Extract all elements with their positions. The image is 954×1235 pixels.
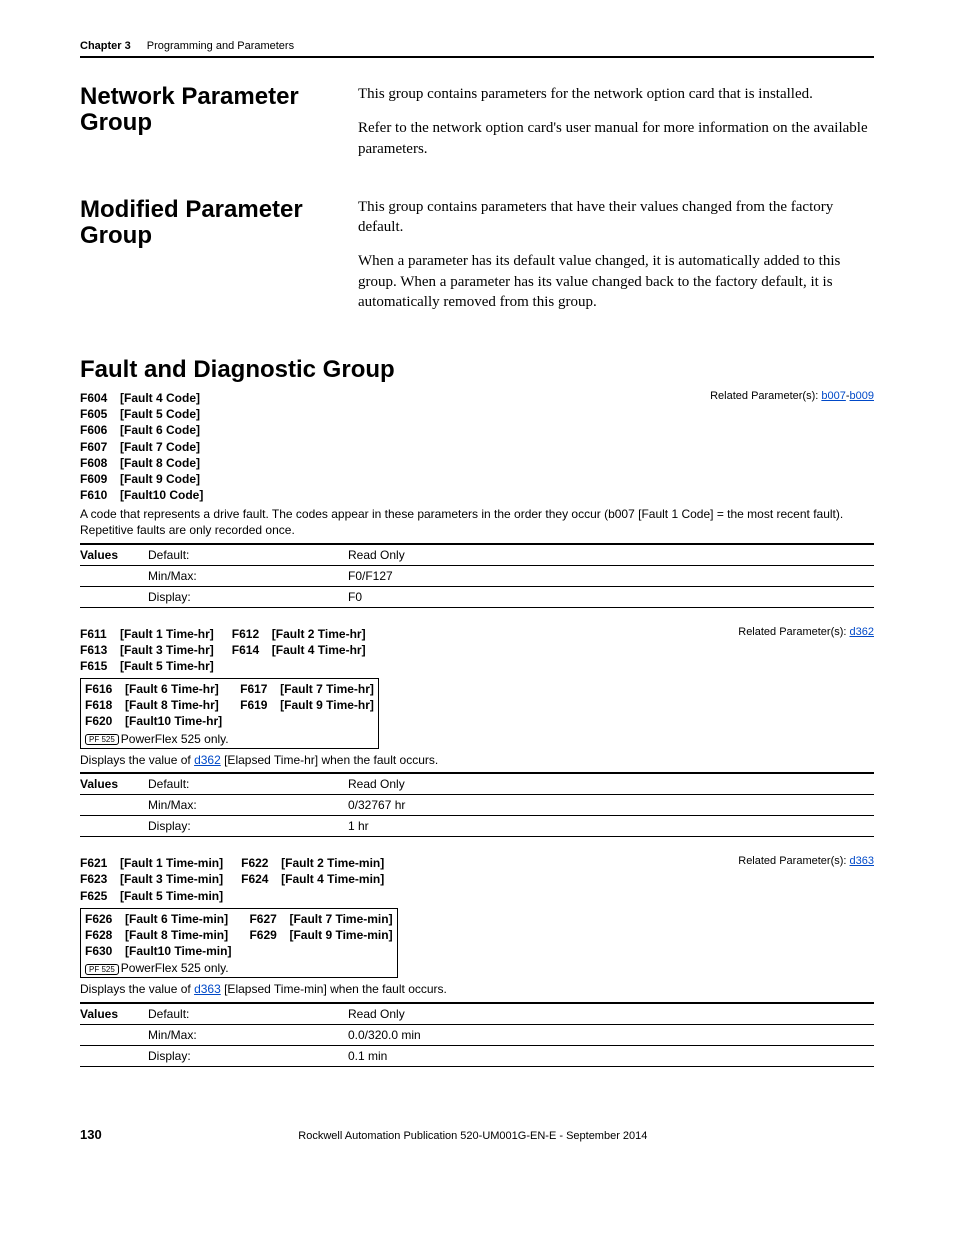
link-b007[interactable]: b007 — [821, 390, 845, 402]
paragraph: Refer to the network option card's user … — [358, 118, 874, 159]
paragraph: When a parameter has its default value c… — [358, 251, 874, 312]
values-table: ValuesDefault:Read Only Min/Max:F0/F127 … — [80, 543, 874, 608]
param-block-header: F621[Fault 1 Time-min] F623[Fault 3 Time… — [80, 855, 874, 978]
pf525-badge: PF 525 — [85, 734, 119, 745]
block-description: Displays the value of d362 [Elapsed Time… — [80, 753, 874, 769]
pf525-box: F626[Fault 6 Time-min] F628[Fault 8 Time… — [80, 908, 398, 979]
fault-code-list: F604[Fault 4 Code] F605[Fault 5 Code] F6… — [80, 390, 203, 503]
paragraph: This group contains parameters that have… — [358, 197, 874, 238]
related-parameters: Related Parameter(s): d362 — [738, 626, 874, 638]
chapter-label: Chapter 3 — [80, 40, 131, 52]
param-block-header: F611[Fault 1 Time-hr] F613[Fault 3 Time-… — [80, 626, 874, 749]
section-heading: Modified Parameter Group — [80, 197, 330, 326]
section-modified: Modified Parameter Group This group cont… — [80, 197, 874, 326]
pf525-box: F616[Fault 6 Time-hr] F618[Fault 8 Time-… — [80, 678, 379, 749]
page-number: 130 — [80, 1127, 102, 1142]
values-table: ValuesDefault:Read Only Min/Max:0/32767 … — [80, 772, 874, 837]
fault-time-min-list: F621[Fault 1 Time-min] F623[Fault 3 Time… — [80, 855, 398, 978]
running-header: Chapter 3 Programming and Parameters — [80, 40, 874, 58]
link-d362[interactable]: d362 — [850, 626, 874, 638]
link-d363-inline[interactable]: d363 — [194, 982, 221, 996]
section-body: This group contains parameters that have… — [358, 197, 874, 326]
param-block-header: F604[Fault 4 Code] F605[Fault 5 Code] F6… — [80, 390, 874, 503]
page-footer: 130 Rockwell Automation Publication 520-… — [80, 1127, 874, 1142]
block-description: Displays the value of d363 [Elapsed Time… — [80, 982, 874, 998]
section-network: Network Parameter Group This group conta… — [80, 84, 874, 173]
fault-time-hr-list: F611[Fault 1 Time-hr] F613[Fault 3 Time-… — [80, 626, 379, 749]
paragraph: This group contains parameters for the n… — [358, 84, 874, 104]
block-description: A code that represents a drive fault. Th… — [80, 507, 874, 538]
section-heading: Network Parameter Group — [80, 84, 330, 173]
values-table: ValuesDefault:Read Only Min/Max:0.0/320.… — [80, 1002, 874, 1067]
related-parameters: Related Parameter(s): b007-b009 — [710, 390, 874, 402]
section-heading-fault: Fault and Diagnostic Group — [80, 356, 874, 384]
pf525-badge: PF 525 — [85, 964, 119, 975]
related-parameters: Related Parameter(s): d363 — [738, 855, 874, 867]
chapter-title: Programming and Parameters — [147, 40, 294, 52]
link-d363[interactable]: d363 — [850, 855, 874, 867]
link-b009[interactable]: b009 — [850, 390, 874, 402]
section-body: This group contains parameters for the n… — [358, 84, 874, 173]
publication-id: Rockwell Automation Publication 520-UM00… — [102, 1130, 844, 1142]
link-d362-inline[interactable]: d362 — [194, 753, 221, 767]
